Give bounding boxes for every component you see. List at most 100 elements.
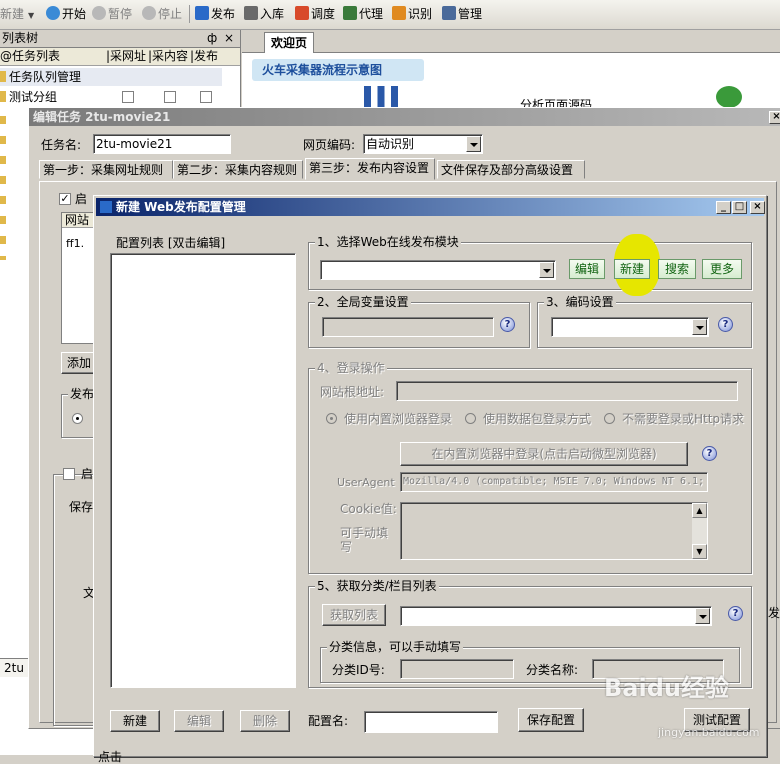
config-name-input[interactable] — [364, 711, 498, 733]
toolbar-stop-button[interactable]: 停止 — [142, 4, 182, 24]
tab-step1[interactable]: 第一步：采集网址规则 — [39, 160, 173, 179]
tab-advanced[interactable]: 文件保存及部分高级设置 — [437, 160, 585, 179]
tab-step2[interactable]: 第二步：采集内容规则 — [173, 160, 303, 179]
login-packet-radio[interactable] — [465, 413, 476, 424]
ocr-icon — [392, 6, 406, 20]
proxy-icon — [343, 6, 357, 20]
edit-config-button[interactable]: 编辑 — [174, 710, 224, 732]
toolbar-new-button[interactable]: 新建 ▼ — [0, 4, 34, 24]
left-panel-title: 列表树 — [2, 31, 39, 45]
cookie-scrollbar[interactable]: ▲ ▼ — [692, 503, 707, 559]
tree-item-test-group[interactable]: 测试分组 — [0, 88, 222, 106]
fetch-list-button[interactable]: 获取列表 — [322, 604, 386, 626]
manual-fill-label: 可手动填 — [340, 526, 389, 540]
tree-checkbox[interactable] — [122, 91, 134, 103]
close-icon[interactable]: × — [769, 111, 780, 124]
manage-icon — [442, 6, 456, 20]
sql-icon — [244, 6, 258, 20]
edit-task-title: 编辑任务 2tu-movie21 — [33, 110, 171, 124]
tab-welcome[interactable]: 欢迎页 — [264, 32, 314, 53]
module-select[interactable] — [320, 260, 556, 280]
baidu-url: jingyan.baidu.com — [658, 726, 760, 739]
cookie-label: Cookie值: — [340, 502, 397, 516]
save-config-button[interactable]: 保存配置 — [518, 708, 584, 732]
login-builtin-radio[interactable] — [326, 413, 337, 424]
section4-label: 4、登录操作 — [315, 361, 387, 375]
chevron-down-icon[interactable] — [466, 136, 481, 152]
config-name-label: 配置名: — [308, 714, 349, 728]
enable-checkbox[interactable]: ✓ — [59, 193, 71, 205]
login-packet-label: 使用数据包登录方式 — [483, 412, 592, 426]
chevron-down-icon[interactable] — [539, 262, 554, 278]
baidu-watermark: Baidu经验 jingyan.baidu.com — [604, 668, 780, 746]
new-module-button[interactable]: 新建 — [614, 259, 650, 279]
publish-radio[interactable] — [72, 413, 83, 424]
global-vars-input[interactable] — [322, 317, 494, 337]
useragent-label: UserAgent — [337, 476, 395, 489]
maximize-icon[interactable]: □ — [732, 201, 747, 214]
delete-config-button[interactable]: 删除 — [240, 710, 290, 732]
right-edge-label: 发 — [768, 606, 780, 620]
encoding-combo[interactable] — [551, 317, 709, 337]
manual-fill-label-2: 写 — [340, 540, 353, 554]
encoding-select[interactable]: 自动识别 — [363, 134, 483, 154]
toolbar-ocr-button[interactable]: 识别 — [392, 4, 432, 24]
help-icon[interactable]: ? — [718, 317, 733, 332]
category-id-label: 分类ID号: — [332, 663, 385, 677]
column-header-publish[interactable]: |发布 — [190, 49, 218, 63]
tab-step3[interactable]: 第三步：发布内容设置 — [305, 158, 435, 180]
tree-checkbox[interactable] — [200, 91, 212, 103]
toolbar-proxy-button[interactable]: 代理 — [343, 4, 383, 24]
site-list-header[interactable]: 网站 — [62, 213, 96, 228]
config-list[interactable] — [110, 253, 296, 688]
enable2-checkbox[interactable] — [63, 468, 75, 480]
document-tab-strip — [242, 30, 780, 53]
tree-node-icons — [0, 110, 6, 260]
dropdown-arrow-icon[interactable]: ▼ — [28, 11, 34, 20]
column-header-task-list[interactable]: @任务列表 — [0, 49, 60, 63]
category-id-input[interactable] — [400, 659, 514, 679]
close-icon[interactable]: × — [750, 201, 765, 214]
task-tabs: 第一步：采集网址规则 第二步：采集内容规则 第三步：发布内容设置 文件保存及部分… — [39, 158, 779, 182]
toolbar-publish-button[interactable]: 发布 — [195, 4, 235, 24]
dialog-title: 新建 Web发布配置管理 — [116, 200, 246, 214]
toolbar-manage-button[interactable]: 管理 — [442, 4, 482, 24]
tree-checkbox[interactable] — [164, 91, 176, 103]
task-name-input[interactable]: 2tu-movie21 — [93, 134, 231, 154]
toolbar-schedule-button[interactable]: 调度 — [295, 4, 335, 24]
add-button[interactable]: 添加 — [61, 352, 97, 374]
chevron-down-icon[interactable] — [695, 608, 710, 624]
scroll-down-icon[interactable]: ▼ — [692, 544, 707, 559]
new-config-button[interactable]: 新建 — [110, 710, 160, 732]
tree-item-queue[interactable]: 任务队列管理 — [0, 68, 222, 86]
edit-module-button[interactable]: 编辑 — [569, 259, 605, 279]
site-list[interactable]: 网站 ff1. — [61, 212, 97, 344]
toolbar-pause-button[interactable]: 暂停 — [92, 4, 132, 24]
toolbar-start-button[interactable]: 开始 — [46, 4, 86, 24]
tree-item-label: 任务队列管理 — [9, 70, 82, 84]
minimize-icon[interactable]: _ — [716, 201, 731, 214]
scroll-up-icon[interactable]: ▲ — [692, 503, 707, 518]
help-icon[interactable]: ? — [728, 606, 743, 621]
builtin-browser-login-button[interactable]: 在内置浏览器中登录(点击启动微型浏览器) — [400, 442, 688, 466]
root-url-input[interactable] — [396, 381, 738, 401]
toolbar-import-button[interactable]: 入库 — [244, 4, 284, 24]
pin-icon[interactable]: ф — [207, 31, 217, 45]
toolbar-separator — [189, 5, 190, 23]
search-module-button[interactable]: 搜索 — [658, 259, 696, 279]
help-icon[interactable]: ? — [500, 317, 515, 332]
cookie-textarea[interactable]: ▲ ▼ — [400, 502, 708, 560]
left-panel-header: @任务列表 |采网址 |采内容 |发布 — [0, 48, 240, 66]
category-select[interactable] — [400, 606, 712, 626]
login-none-label: 不需要登录或Http请求 — [622, 412, 745, 426]
help-icon[interactable]: ? — [702, 446, 717, 461]
chevron-down-icon[interactable] — [692, 319, 707, 335]
column-header-content[interactable]: |采内容 — [148, 49, 188, 63]
site-list-row[interactable]: ff1. — [66, 237, 84, 251]
login-none-radio[interactable] — [604, 413, 615, 424]
close-icon[interactable]: × — [224, 31, 234, 45]
login-builtin-label: 使用内置浏览器登录 — [344, 412, 453, 426]
useragent-input[interactable]: Mozilla/4.0 (compatible; MSIE 7.0; Windo… — [400, 472, 708, 492]
more-modules-button[interactable]: 更多 — [702, 259, 742, 279]
column-header-urls[interactable]: |采网址 — [106, 49, 146, 63]
